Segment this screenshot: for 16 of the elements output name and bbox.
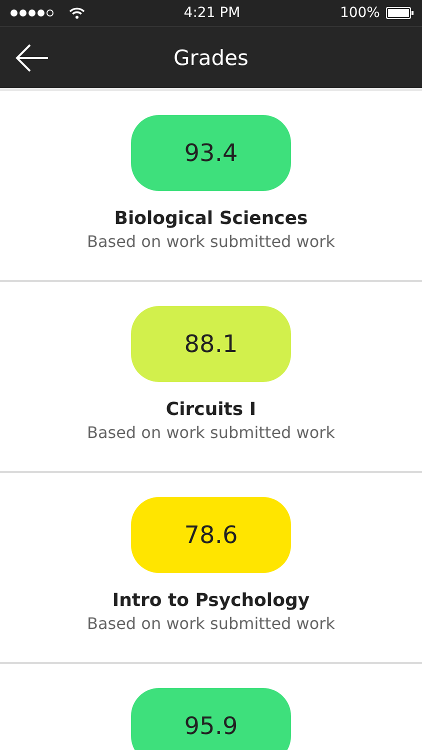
screen-title: Grades (174, 46, 248, 70)
status-time: 4:21 PM (184, 5, 240, 21)
grade-badge: 93.4 (131, 115, 291, 191)
battery-icon (386, 7, 414, 19)
course-note: Based on work submitted work (86, 423, 336, 442)
back-button[interactable] (14, 42, 50, 74)
grade-badge: 88.1 (131, 306, 291, 382)
course-note: Based on work submitted work (86, 232, 336, 251)
grade-badge: 78.6 (131, 497, 291, 573)
wifi-icon (69, 7, 85, 19)
course-name: Biological Sciences (114, 208, 308, 229)
course-name: Circuits I (166, 399, 256, 420)
battery-percent: 100% (340, 5, 380, 21)
course-name: Intro to Psychology (112, 590, 310, 611)
grade-badge: 95.9 (131, 688, 291, 750)
course-note: Based on work submitted work (86, 614, 336, 633)
